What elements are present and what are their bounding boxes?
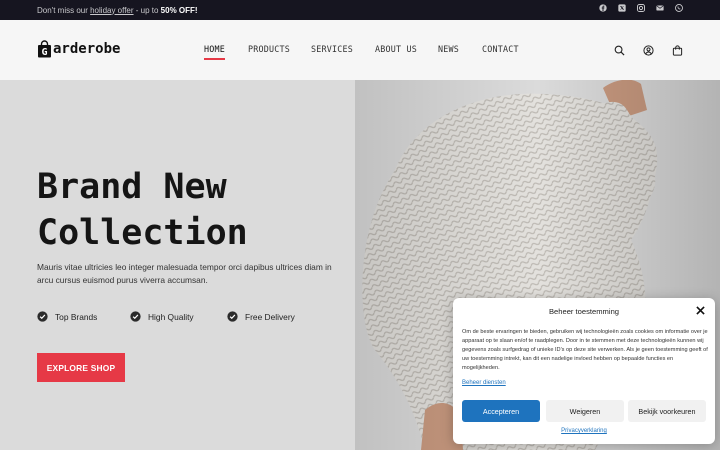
- site-header: G arderobe HOME PRODUCTS SERVICES ABOUT …: [0, 20, 720, 80]
- account-icon[interactable]: [643, 45, 654, 56]
- accept-button[interactable]: Accepteren: [462, 400, 540, 422]
- check-circle-icon: [227, 311, 238, 322]
- logo-letter: G: [41, 47, 47, 58]
- facebook-icon[interactable]: [599, 4, 607, 12]
- feature-label: Free Delivery: [245, 311, 295, 322]
- social-links: [599, 4, 683, 12]
- cart-icon[interactable]: [672, 45, 683, 56]
- shopping-bag-logo-icon: G: [38, 40, 51, 58]
- announcement-bar: Don't miss our holiday offer - up to 50%…: [0, 0, 720, 20]
- header-actions: [614, 45, 683, 56]
- promo-text: Don't miss our holiday offer - up to 50%…: [37, 6, 198, 15]
- feature-label: High Quality: [148, 311, 194, 322]
- promo-prefix: Don't miss our: [37, 5, 91, 15]
- hero-title-line-2: Collection: [37, 213, 248, 253]
- consent-body-text: Om de beste ervaringen te bieden, gebrui…: [462, 329, 708, 371]
- instagram-icon[interactable]: [637, 4, 645, 12]
- promo-mid: - up to: [133, 5, 161, 15]
- view-preferences-button[interactable]: Bekijk voorkeuren: [628, 400, 706, 422]
- deny-button[interactable]: Weigeren: [546, 400, 624, 422]
- manage-services-link[interactable]: Beheer diensten: [462, 380, 506, 386]
- nav-home[interactable]: HOME: [204, 44, 225, 60]
- consent-title: Beheer toestemming: [548, 307, 620, 316]
- hero-title: Brand New Collection: [37, 164, 248, 256]
- logo-text: arderobe: [53, 41, 121, 57]
- privacy-statement-link[interactable]: Privacyverklaring: [453, 428, 715, 434]
- feature-item: Free Delivery: [227, 311, 295, 322]
- feature-label: Top Brands: [55, 311, 98, 322]
- explore-shop-button[interactable]: EXPLORE SHOP: [37, 353, 125, 382]
- nav-contact[interactable]: CONTACT: [482, 44, 519, 54]
- nav-services[interactable]: SERVICES: [311, 44, 353, 54]
- check-circle-icon: [37, 311, 48, 322]
- email-icon[interactable]: [656, 4, 664, 12]
- feature-item: Top Brands: [37, 311, 97, 322]
- hero-title-line-1: Brand New: [37, 167, 227, 207]
- feature-item: High Quality: [130, 311, 194, 322]
- check-circle-icon: [130, 311, 141, 322]
- site-logo[interactable]: G arderobe: [37, 40, 120, 58]
- search-icon[interactable]: [614, 45, 625, 56]
- hero-subtitle: Mauris vitae ultricies leo integer males…: [37, 262, 332, 285]
- close-icon[interactable]: [696, 306, 705, 315]
- whatsapp-icon[interactable]: [675, 4, 683, 12]
- nav-about-us[interactable]: ABOUT US: [375, 44, 417, 54]
- holiday-offer-link[interactable]: holiday offer: [90, 6, 133, 15]
- nav-products[interactable]: PRODUCTS: [248, 44, 290, 54]
- x-twitter-icon[interactable]: [618, 4, 626, 12]
- cookie-consent-dialog: Beheer toestemming Om de beste ervaringe…: [453, 298, 715, 444]
- nav-news[interactable]: NEWS: [438, 44, 459, 54]
- promo-discount: 50% OFF!: [160, 5, 198, 15]
